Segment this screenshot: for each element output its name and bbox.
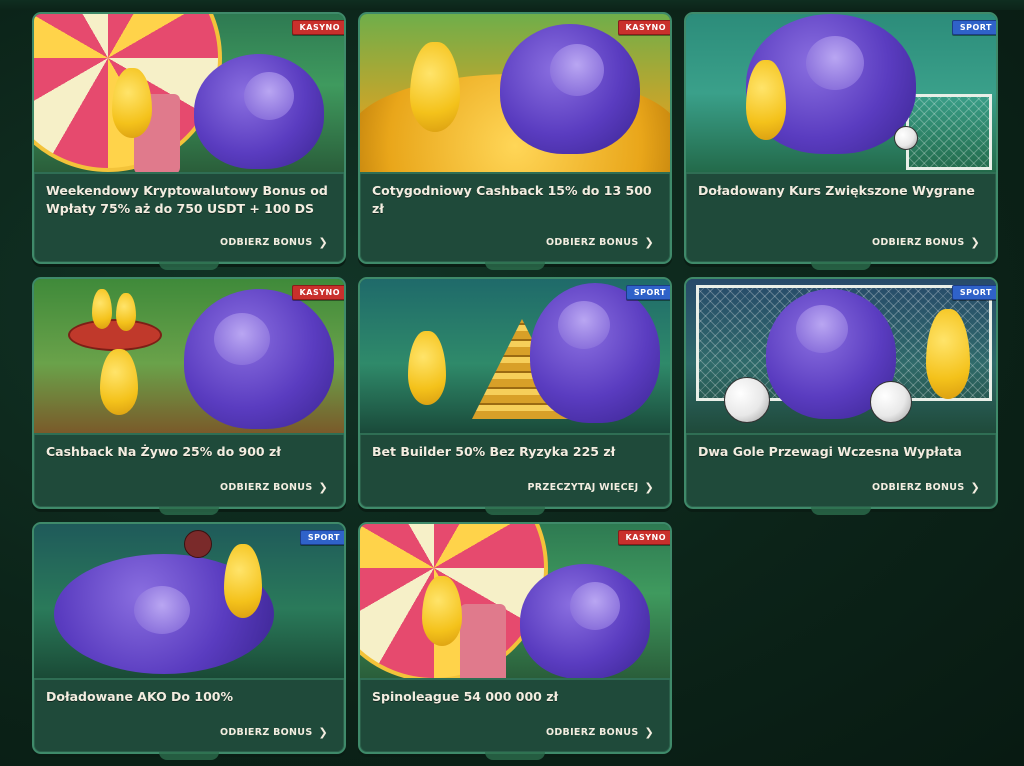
chevron-right-icon: ❯ xyxy=(644,726,654,739)
link-label: ODBIERZ BONUS xyxy=(546,727,639,738)
soccer-ball-graphic xyxy=(894,126,918,150)
promo-title: Doładowane AKO Do 100% xyxy=(46,689,233,704)
badge-sport: SPORT xyxy=(951,285,996,300)
soccer-goal-graphic xyxy=(906,94,992,170)
banana-mascot xyxy=(746,60,786,140)
badge-kasyno: KASYNO xyxy=(291,285,344,300)
badge-kasyno: KASYNO xyxy=(617,20,670,35)
badge-kasyno: KASYNO xyxy=(617,530,670,545)
promo-image: KASYNO xyxy=(360,524,670,680)
claim-bonus-link[interactable]: ODBIERZ BONUS ❯ xyxy=(546,237,654,248)
promo-image: SPORT xyxy=(360,279,670,435)
promo-title: Dwa Gole Przewagi Wczesna Wypłata xyxy=(698,444,962,459)
promo-image: SPORT xyxy=(686,14,996,174)
promo-title: Cotygodniowy Cashback 15% do 13 500 zł xyxy=(372,183,652,216)
chevron-right-icon: ❯ xyxy=(318,726,328,739)
promo-card-bet-builder[interactable]: SPORT Bet Builder 50% Bez Ryzyka 225 zł … xyxy=(358,277,672,515)
promo-card-boosted-odds[interactable]: SPORT Doładowany Kurs Zwiększone Wygrane… xyxy=(684,12,998,270)
link-label: ODBIERZ BONUS xyxy=(872,237,965,248)
leaf-decoration xyxy=(485,262,545,270)
link-label: ODBIERZ BONUS xyxy=(220,727,313,738)
promo-card-two-goals[interactable]: SPORT Dwa Gole Przewagi Wczesna Wypłata … xyxy=(684,277,998,515)
badge-sport: SPORT xyxy=(951,20,996,35)
banana-mascot xyxy=(408,331,446,405)
promo-card-spinoleague[interactable]: KASYNO Spinoleague 54 000 000 zł ODBIERZ… xyxy=(358,522,672,760)
badge-sport: SPORT xyxy=(625,285,670,300)
badge-kasyno: KASYNO xyxy=(291,20,344,35)
promo-image: KASYNO xyxy=(34,14,344,174)
promo-title: Doładowany Kurs Zwiększone Wygrane xyxy=(698,183,975,198)
promo-title: Weekendowy Kryptowalutowy Bonus od Wpłat… xyxy=(46,183,328,216)
promo-image: KASYNO xyxy=(360,14,670,174)
link-label: ODBIERZ BONUS xyxy=(220,237,313,248)
link-label: ODBIERZ BONUS xyxy=(220,482,313,493)
read-more-link[interactable]: PRZECZYTAJ WIĘCEJ ❯ xyxy=(528,482,654,493)
chevron-right-icon: ❯ xyxy=(318,236,328,249)
leaf-decoration xyxy=(159,752,219,760)
link-label: ODBIERZ BONUS xyxy=(872,482,965,493)
chevron-right-icon: ❯ xyxy=(644,236,654,249)
chevron-right-icon: ❯ xyxy=(318,481,328,494)
leaf-decoration xyxy=(485,507,545,515)
promo-card-weekly-cashback[interactable]: KASYNO Cotygodniowy Cashback 15% do 13 5… xyxy=(358,12,672,270)
claim-bonus-link[interactable]: ODBIERZ BONUS ❯ xyxy=(220,237,328,248)
promo-card-boosted-ako[interactable]: SPORT Doładowane AKO Do 100% ODBIERZ BON… xyxy=(32,522,346,760)
banana-mascot xyxy=(224,544,262,618)
leaf-decoration xyxy=(159,262,219,270)
link-label: ODBIERZ BONUS xyxy=(546,237,639,248)
chevron-right-icon: ❯ xyxy=(970,236,980,249)
promo-title: Cashback Na Żywo 25% do 900 zł xyxy=(46,444,281,459)
link-label: PRZECZYTAJ WIĘCEJ xyxy=(527,482,639,493)
leaf-decoration xyxy=(485,752,545,760)
banana-mascot xyxy=(112,68,152,138)
banana-mascot xyxy=(410,42,460,132)
promo-card-crypto-weekend[interactable]: KASYNO Weekendowy Kryptowalutowy Bonus o… xyxy=(32,12,346,270)
leaf-decoration xyxy=(811,262,871,270)
claim-bonus-link[interactable]: ODBIERZ BONUS ❯ xyxy=(546,727,654,738)
promo-image: SPORT xyxy=(686,279,996,435)
promo-title: Spinoleague 54 000 000 zł xyxy=(372,689,559,704)
banana-mascot xyxy=(422,576,462,646)
ball-graphic xyxy=(184,530,212,558)
promo-image: SPORT xyxy=(34,524,344,680)
banana-mascot xyxy=(926,309,970,399)
leaf-decoration xyxy=(811,507,871,515)
badge-sport: SPORT xyxy=(299,530,344,545)
leaf-decoration xyxy=(159,507,219,515)
claim-bonus-link[interactable]: ODBIERZ BONUS ❯ xyxy=(872,482,980,493)
promo-title: Bet Builder 50% Bez Ryzyka 225 zł xyxy=(372,444,616,459)
banana-tray-graphic xyxy=(68,319,162,351)
promo-image: KASYNO xyxy=(34,279,344,435)
chevron-right-icon: ❯ xyxy=(970,481,980,494)
top-vine-decoration xyxy=(0,0,1024,10)
soccer-ball-graphic xyxy=(724,377,770,423)
claim-bonus-link[interactable]: ODBIERZ BONUS ❯ xyxy=(220,482,328,493)
claim-bonus-link[interactable]: ODBIERZ BONUS ❯ xyxy=(872,237,980,248)
banana-mascot xyxy=(100,349,138,415)
promo-card-live-cashback[interactable]: KASYNO Cashback Na Żywo 25% do 900 zł OD… xyxy=(32,277,346,515)
claim-bonus-link[interactable]: ODBIERZ BONUS ❯ xyxy=(220,727,328,738)
chevron-right-icon: ❯ xyxy=(644,481,654,494)
